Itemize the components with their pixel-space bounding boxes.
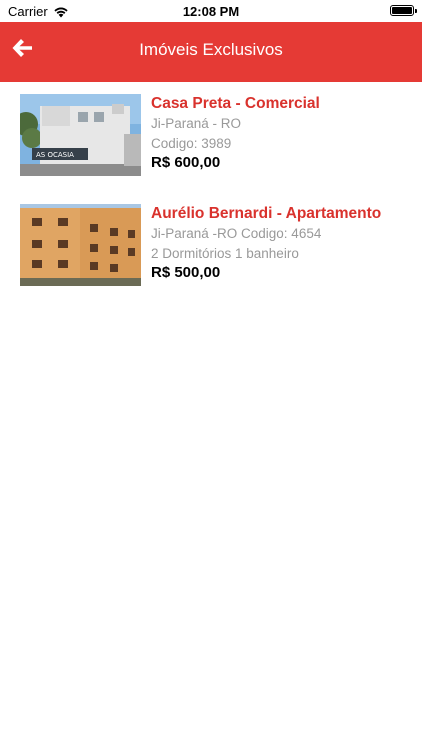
listing-location: Ji-Paraná - RO <box>151 116 242 131</box>
battery-icon <box>390 5 417 16</box>
listing-title: Aurélio Bernardi - Apartamento <box>151 205 382 222</box>
listing-item[interactable]: Aurélio Bernardi - Apartamento Ji-Paraná… <box>0 192 422 292</box>
listing-text: Casa Preta - Comercial Ji-Paraná - RO Co… <box>151 94 403 171</box>
building-sign-text: AS OCASIA <box>36 151 74 159</box>
listing-item[interactable]: AS OCASIA Casa Preta - Comercial Ji-Para… <box>0 82 422 182</box>
screen: Carrier 12:08 PM Imóveis Exclusivos AS O… <box>0 0 422 750</box>
listing-price: R$ 500,00 <box>151 264 221 281</box>
listing-code: Codigo: 3989 <box>151 136 232 151</box>
listing-price: R$ 600,00 <box>151 154 221 171</box>
listing-location-code: Ji-Paraná -RO Codigo: 4654 <box>151 226 322 241</box>
listing-thumbnail <box>20 204 141 286</box>
nav-bar: Imóveis Exclusivos <box>0 22 422 82</box>
status-bar: Carrier 12:08 PM <box>0 0 422 22</box>
building-photo: AS OCASIA <box>20 94 141 176</box>
listing-thumbnail: AS OCASIA <box>20 94 141 176</box>
listing-text: Aurélio Bernardi - Apartamento Ji-Paraná… <box>151 204 403 281</box>
listing-rooms: 2 Dormitórios 1 banheiro <box>151 246 299 261</box>
page-title: Imóveis Exclusivos <box>139 40 283 59</box>
building-photo <box>20 204 141 286</box>
listing-title: Casa Preta - Comercial <box>151 95 320 112</box>
status-time: 12:08 PM <box>182 4 240 19</box>
